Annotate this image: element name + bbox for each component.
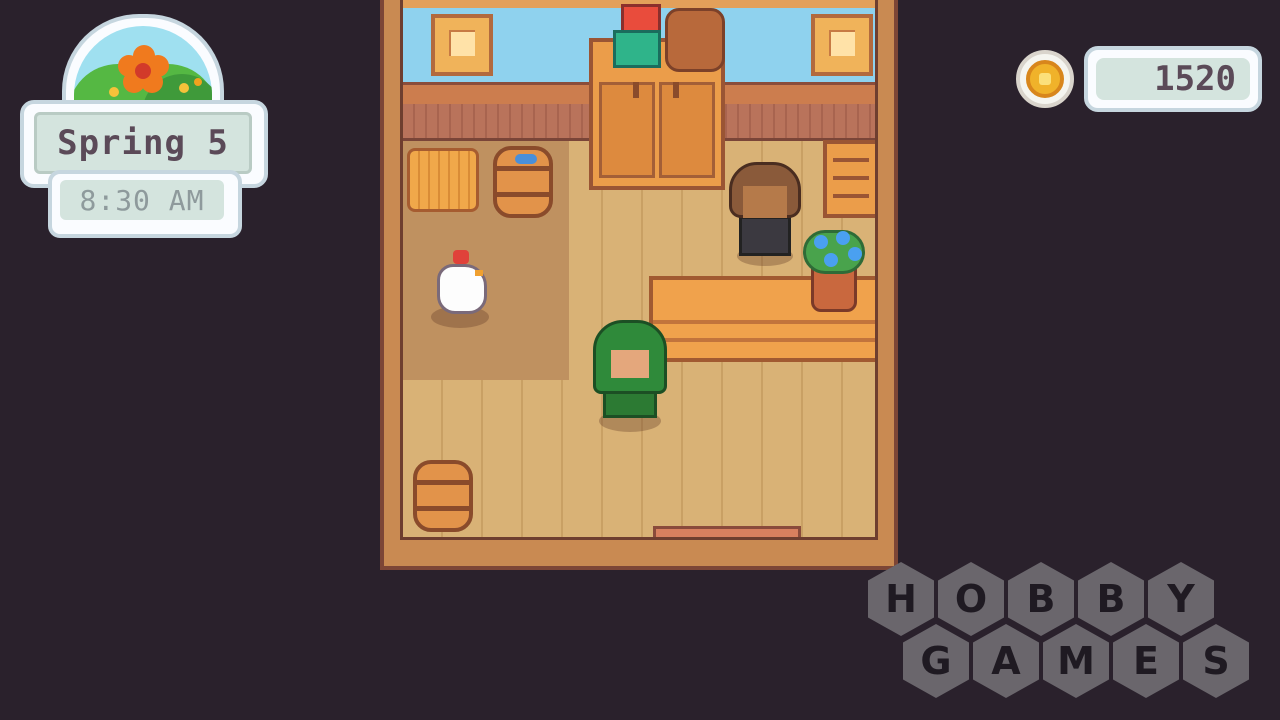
room-floor[interactable] bbox=[400, 0, 878, 540]
water-barrel[interactable] bbox=[493, 146, 553, 218]
date-time-widget: Spring 5 8:30 AM bbox=[20, 14, 268, 238]
gold-coin-icon bbox=[1016, 50, 1074, 108]
teddy-bear-icon[interactable] bbox=[665, 8, 725, 72]
watermark-letter: O bbox=[938, 562, 1004, 636]
watermark-letter: G bbox=[903, 624, 969, 698]
door-mat[interactable] bbox=[653, 526, 801, 537]
watermark-letter: E bbox=[1113, 624, 1179, 698]
wooden-barrel[interactable] bbox=[413, 460, 473, 532]
watermark-letter: B bbox=[1008, 562, 1074, 636]
time-label: 8:30 AM bbox=[79, 183, 205, 217]
season-dome bbox=[62, 14, 224, 114]
hobbygames-watermark: H O B B Y G A M E S bbox=[864, 562, 1274, 712]
time-panel: 8:30 AM bbox=[48, 170, 242, 238]
watermark-letter: A bbox=[973, 624, 1039, 698]
window-right bbox=[811, 14, 873, 76]
books-stack bbox=[613, 30, 661, 68]
watermark-letter: S bbox=[1183, 624, 1249, 698]
storage-crate[interactable] bbox=[823, 140, 875, 218]
watermark-letter: Y bbox=[1148, 562, 1214, 636]
window-left bbox=[431, 14, 493, 76]
blue-flowers-icon bbox=[803, 230, 865, 274]
gold-panel: 1520 bbox=[1084, 46, 1262, 112]
gold-amount: 1520 bbox=[1154, 59, 1236, 99]
hay-bale[interactable] bbox=[407, 148, 479, 212]
game-room[interactable] bbox=[380, 0, 898, 570]
date-label: Spring 5 bbox=[57, 123, 229, 163]
watermark-letter: H bbox=[868, 562, 934, 636]
watermark-letter: B bbox=[1078, 562, 1144, 636]
watermark-letter: M bbox=[1043, 624, 1109, 698]
